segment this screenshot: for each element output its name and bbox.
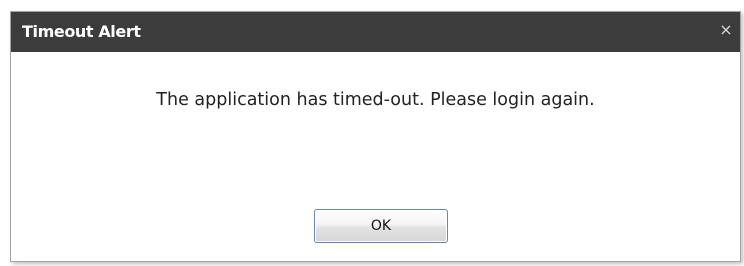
dialog-message: The application has timed-out. Please lo… [156, 90, 595, 110]
close-icon[interactable]: × [718, 22, 734, 38]
dialog-title: Timeout Alert [22, 22, 141, 41]
dialog-titlebar: Timeout Alert × [11, 12, 740, 52]
ok-button[interactable]: OK [314, 209, 448, 243]
timeout-alert-dialog: Timeout Alert × The application has time… [10, 11, 741, 262]
